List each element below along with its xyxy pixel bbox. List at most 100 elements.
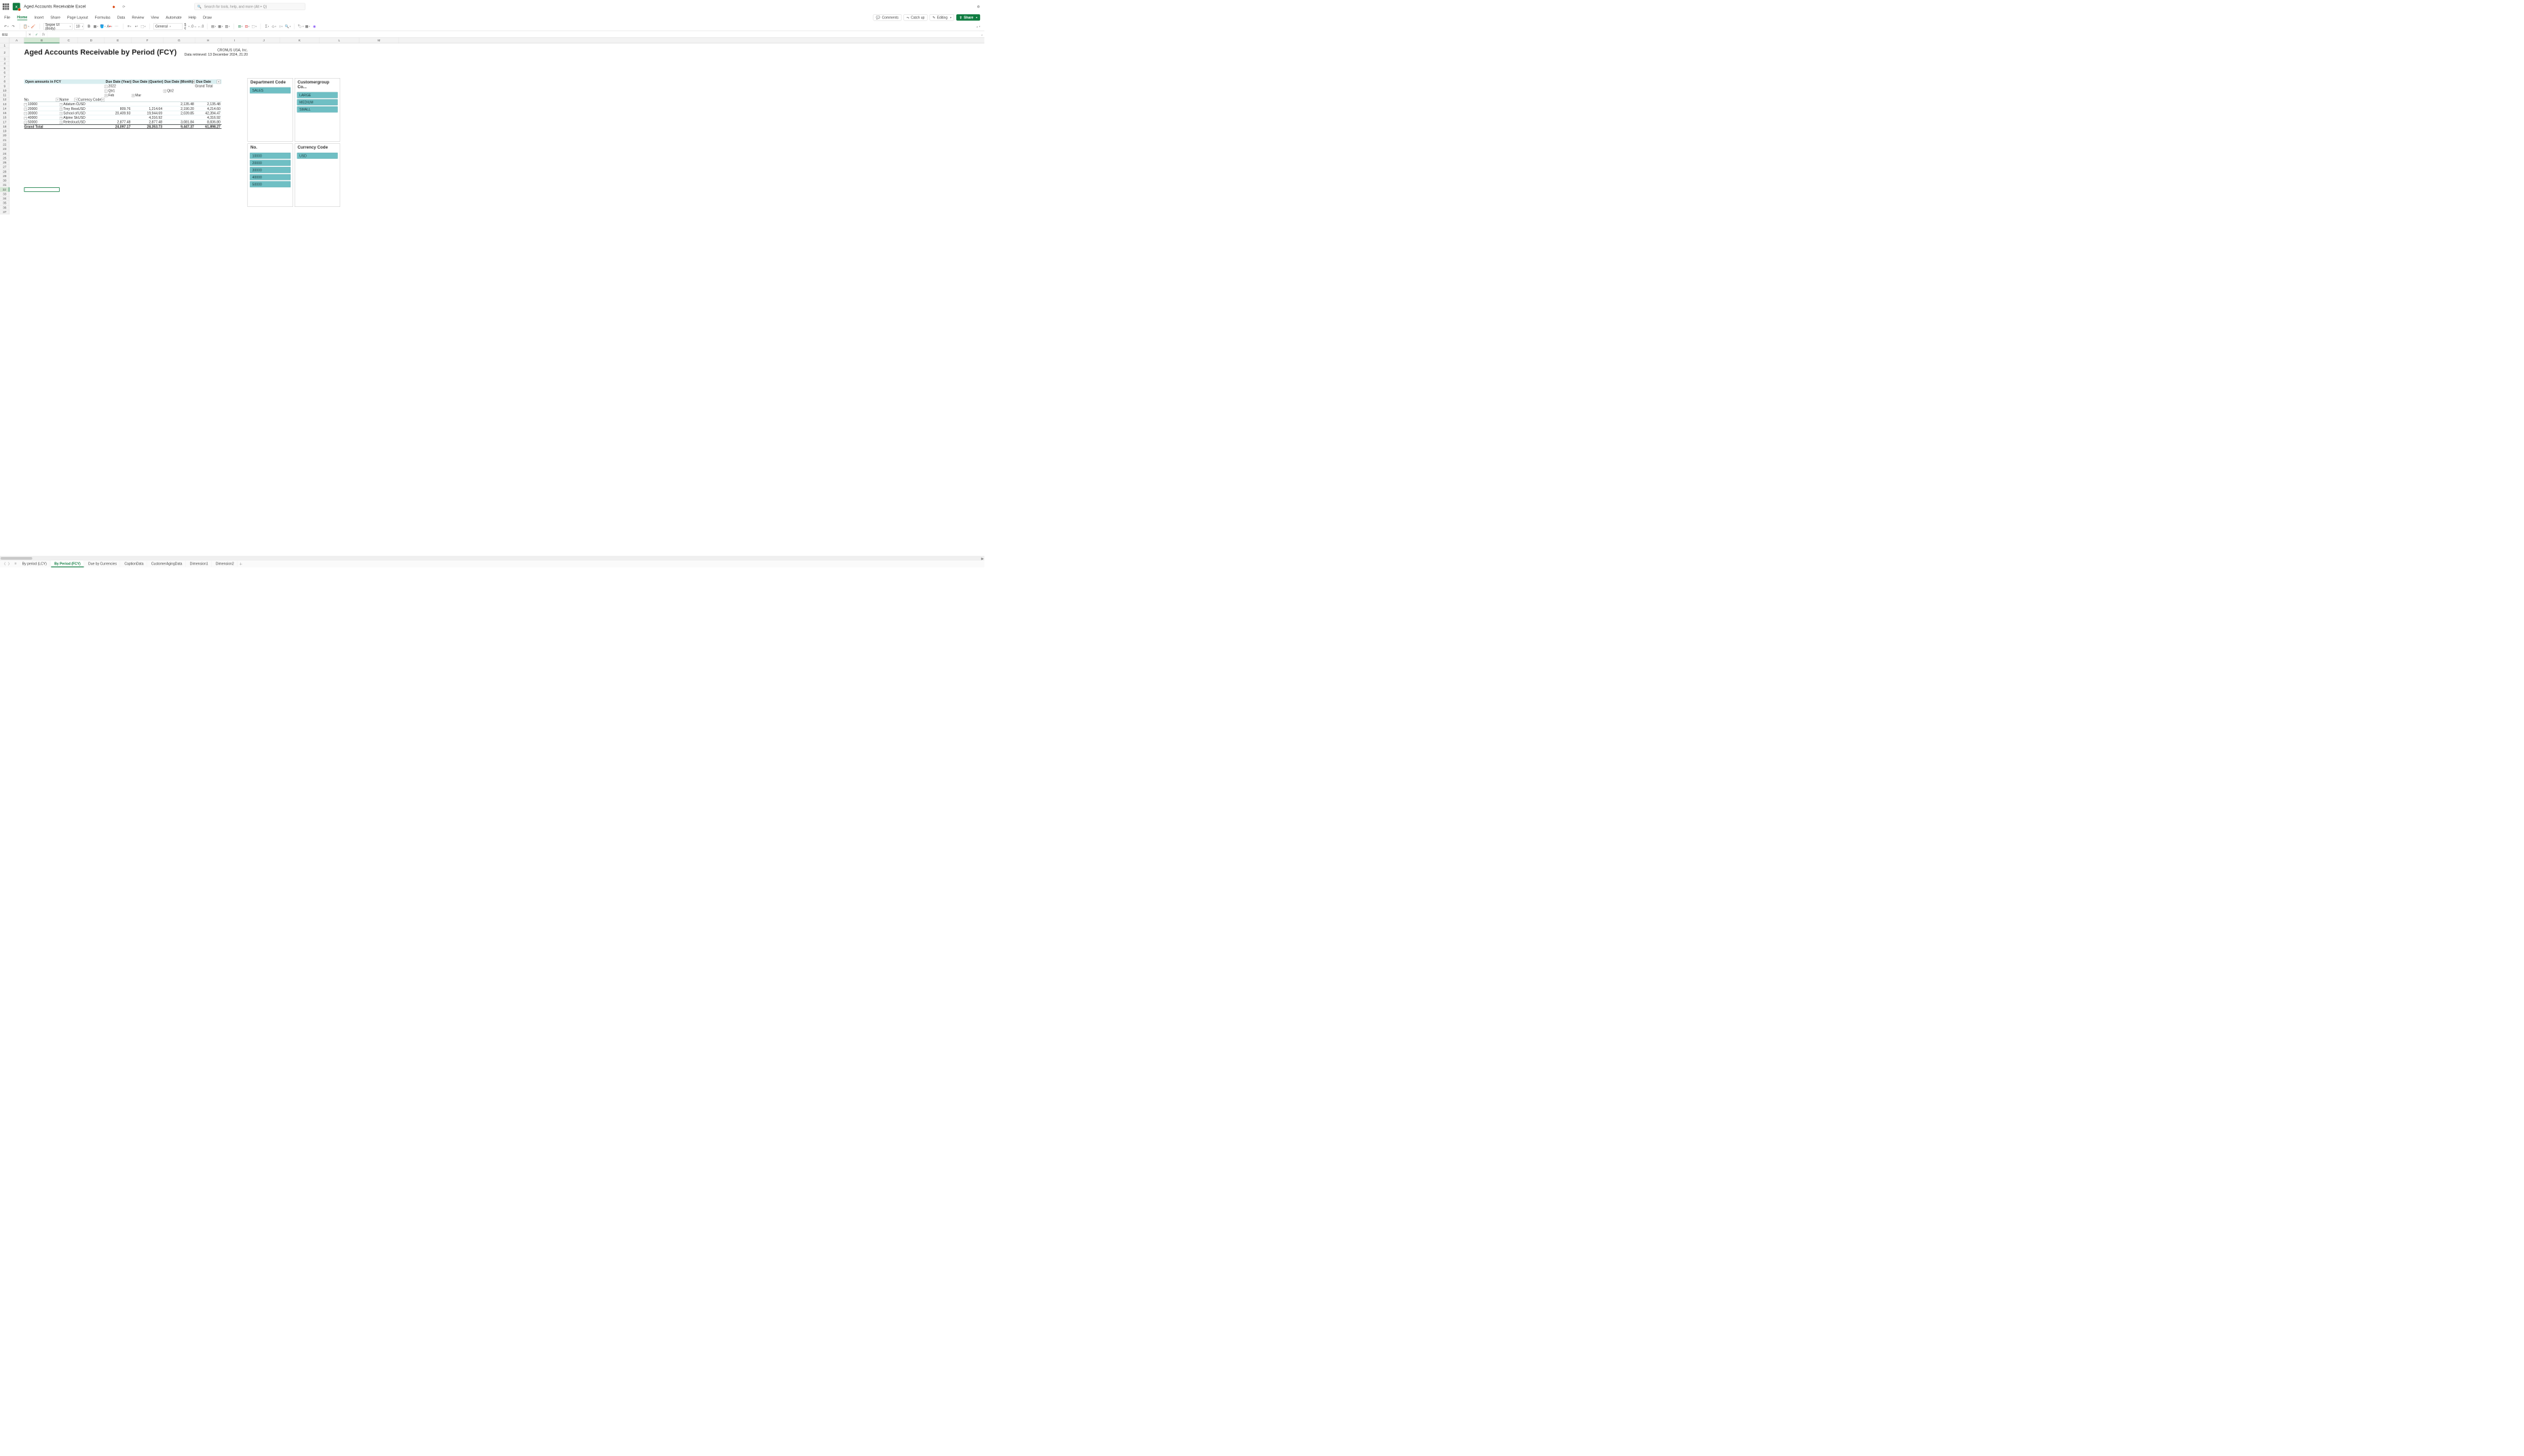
sheet-tab[interactable]: Due by Currencies [85, 560, 120, 567]
pivot-qtr2[interactable]: +Qtr2 [164, 88, 174, 93]
expand-icon[interactable]: + [105, 94, 107, 97]
pivot-mar[interactable]: +Mar [132, 93, 141, 98]
expand-icon[interactable]: + [132, 94, 134, 97]
col-header-C[interactable]: C [60, 37, 78, 43]
menu-view[interactable]: View [151, 16, 159, 20]
redo-button[interactable]: ↷ [11, 24, 16, 29]
scroll-right-icon[interactable]: ▶ [981, 556, 984, 560]
cancel-formula-icon[interactable]: ✕ [26, 31, 33, 37]
menu-formulas[interactable]: Formulas [95, 16, 111, 20]
accept-formula-icon[interactable]: ✓ [33, 31, 40, 37]
col-header-E[interactable]: E [105, 37, 132, 43]
sheet-tab[interactable]: Dimension2 [212, 560, 238, 567]
decrease-decimal-button[interactable]: ←.0 [198, 24, 204, 29]
settings-icon[interactable]: ⚙ [975, 3, 981, 9]
menu-draw[interactable]: Draw [203, 16, 212, 20]
slicer-item[interactable]: LARGE [297, 92, 338, 98]
row-header-4[interactable]: 4 [0, 61, 10, 66]
slicer-item[interactable]: 30000 [250, 167, 290, 173]
expand-icon[interactable]: + [164, 90, 166, 92]
fill-color-button[interactable]: 🪣 [100, 24, 105, 29]
row-header-18[interactable]: 18 [0, 124, 10, 129]
scrollbar-thumb[interactable] [1, 557, 33, 560]
format-cells-button[interactable]: ⬚ [252, 24, 257, 29]
fx-icon[interactable]: fx [40, 31, 47, 37]
add-sheet-icon[interactable]: ＋ [238, 561, 243, 566]
pivot-year-header[interactable]: Due Date (Year)▾ [105, 79, 132, 84]
row-header-33[interactable]: 33 [0, 192, 10, 197]
row-header-37[interactable]: 37 [0, 210, 10, 214]
col-header-G[interactable]: G [164, 37, 195, 43]
row-header-2[interactable]: 2 [0, 48, 10, 57]
search-box[interactable]: 🔍 Search for tools, help, and more (Alt … [194, 3, 305, 10]
col-header-F[interactable]: F [132, 37, 164, 43]
row-header-21[interactable]: 21 [0, 138, 10, 142]
filter-icon[interactable]: ▾ [216, 80, 220, 83]
slicer-department[interactable]: Department Code SALES [248, 78, 293, 142]
horizontal-scrollbar[interactable]: ◀ ▶ [0, 556, 984, 560]
col-header-D[interactable]: D [78, 37, 105, 43]
row-header-8[interactable]: 8 [0, 79, 10, 84]
col-header-I[interactable]: I [221, 37, 248, 43]
paste-button[interactable]: 📋 [24, 24, 29, 29]
slicer-item[interactable]: 40000 [250, 174, 290, 180]
cell-styles-button[interactable]: ▥ [225, 24, 230, 29]
slicer-currency[interactable]: Currency Code USD [295, 143, 340, 207]
collapse-icon[interactable]: − [105, 90, 107, 92]
sheet-tab[interactable]: CaptionData [121, 560, 147, 567]
clear-button[interactable]: ◇ [271, 24, 277, 29]
refresh-icon[interactable]: ⟳ [121, 3, 127, 9]
find-button[interactable]: 🔍 [285, 24, 290, 29]
comments-button[interactable]: 💬Comments [873, 14, 902, 20]
font-name-combo[interactable]: Segoe UI (Body) [43, 23, 73, 29]
more-font-button[interactable]: ⋯ [114, 24, 119, 29]
autosum-button[interactable]: Σ [265, 24, 270, 29]
col-header-M[interactable]: M [359, 37, 399, 43]
row-header-34[interactable]: 34 [0, 196, 10, 201]
format-painter-button[interactable]: 🖌 [31, 24, 36, 29]
font-color-button[interactable]: A [107, 24, 113, 29]
number-format-combo[interactable]: General [153, 23, 183, 29]
merge-button[interactable]: ⬚ [140, 24, 146, 29]
pivot-duedate-header[interactable]: Due Date▾ [195, 79, 221, 84]
menu-home[interactable]: Home [17, 15, 27, 20]
row-header-36[interactable]: 36 [0, 206, 10, 210]
undo-button[interactable]: ↶ [3, 24, 9, 29]
slicer-item[interactable]: USD [297, 153, 338, 159]
sheet-nav-first-icon[interactable]: 〈 [1, 561, 6, 566]
row-header-12[interactable]: 12 [0, 98, 10, 102]
align-button[interactable]: ≡ [127, 24, 132, 29]
borders-button[interactable]: ▦ [93, 24, 98, 29]
row-header-23[interactable]: 23 [0, 147, 10, 151]
slicer-item[interactable]: 50000 [250, 181, 290, 187]
sort-filter-button[interactable]: ↕ [278, 24, 284, 29]
col-header-L[interactable]: L [320, 37, 360, 43]
row-header-24[interactable]: 24 [0, 151, 10, 156]
insert-cells-button[interactable]: ⊞ [238, 24, 243, 29]
copilot-button[interactable]: ◉ [312, 24, 317, 29]
share-button[interactable]: ⇪Share [956, 14, 980, 20]
editing-mode-button[interactable]: ✎Editing [930, 14, 954, 20]
select-all-corner[interactable] [0, 37, 10, 43]
document-title[interactable]: Aged Accounts Receivable Excel [24, 4, 86, 9]
slicer-item[interactable]: SMALL [297, 107, 338, 113]
delete-cells-button[interactable]: ⊟ [244, 24, 250, 29]
save-status-icon[interactable]: ◆ [111, 3, 117, 9]
menu-share[interactable]: Share [50, 16, 60, 20]
sheet-tab[interactable]: By Period (FCY) [51, 560, 83, 567]
menu-page-layout[interactable]: Page Layout [67, 16, 88, 20]
col-header-K[interactable]: K [280, 37, 320, 43]
filter-icon[interactable]: ▾ [101, 98, 105, 101]
sheet-tab[interactable]: By period (LCY) [19, 560, 50, 567]
ribbon-collapse-button[interactable]: ⌄ [975, 24, 981, 29]
slicer-customergroup[interactable]: Customergroup Co... LARGE MEDIUM SMALL [295, 78, 340, 142]
font-size-combo[interactable]: 10 [74, 23, 83, 29]
menu-help[interactable]: Help [189, 16, 196, 20]
col-header-J[interactable]: J [248, 37, 280, 43]
slicer-item[interactable]: 20000 [250, 160, 290, 166]
sensitivity-button[interactable]: 🏷 [298, 24, 303, 29]
row-header-29[interactable]: 29 [0, 174, 10, 178]
slicer-item[interactable]: MEDIUM [297, 99, 338, 105]
menu-data[interactable]: Data [117, 16, 126, 20]
collapse-icon[interactable]: − [105, 85, 107, 88]
